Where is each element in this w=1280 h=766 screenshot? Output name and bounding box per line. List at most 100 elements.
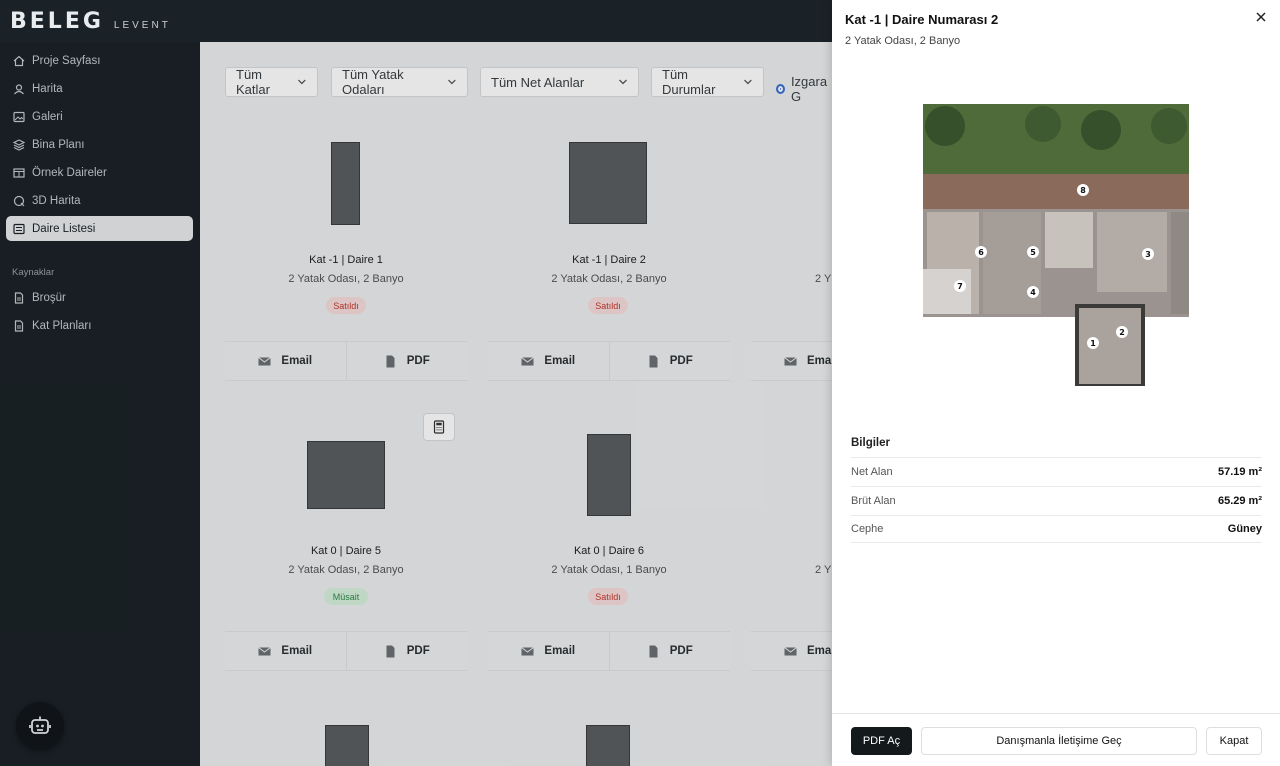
drawer-subtitle: 2 Yatak Odası, 2 Banyo	[845, 35, 961, 47]
card-actions: Emai	[751, 631, 832, 671]
room-label-5: 5	[1030, 248, 1036, 257]
unit-thumbnail	[586, 725, 630, 766]
unit-thumbnail	[569, 142, 647, 224]
drawer-title: Kat -1 | Daire Numarası 2	[845, 12, 999, 27]
sidebar-item-floor-plans[interactable]: Kat Planları	[6, 313, 193, 338]
email-button[interactable]: Email	[488, 632, 609, 670]
unit-card[interactable]: 2 Y Emai	[751, 334, 832, 674]
room-label-4: 4	[1030, 288, 1036, 297]
layers-icon	[13, 138, 25, 151]
room-label-2: 2	[1119, 328, 1125, 337]
status-badge: Satıldı	[588, 297, 628, 314]
card-actions: Email PDF	[488, 631, 730, 671]
room-label-8: 8	[1080, 186, 1086, 195]
pdf-label: PDF	[406, 645, 430, 657]
email-button[interactable]: Emai	[751, 632, 832, 670]
unit-card[interactable]: Kat -1 | Daire 1 2 Yatak Odası, 2 Banyo …	[225, 42, 467, 382]
unit-subtitle: 2 Yatak Odası, 2 Banyo	[551, 273, 667, 285]
unit-title: Kat -1 | Daire 2	[572, 254, 646, 266]
document-icon	[13, 319, 25, 332]
brand-subtitle: LEVENT	[113, 20, 171, 31]
pdf-button[interactable]: PDF	[345, 632, 468, 670]
home-icon	[13, 55, 25, 67]
pdf-button[interactable]: PDF	[608, 632, 731, 670]
sidebar-item-label: Broşür	[32, 291, 66, 304]
brand-name: BELEG	[10, 9, 104, 34]
sidebar-item-label: Galeri	[32, 110, 63, 123]
unit-card[interactable]: Kat -1 | Daire 2 2 Yatak Odası, 2 Banyo …	[488, 42, 730, 382]
contact-advisor-button[interactable]: Danışmanla İletişime Geç	[921, 727, 1197, 755]
close-drawer-button[interactable]: Kapat	[1206, 727, 1262, 755]
sidebar-item-unit-list[interactable]: Daire Listesi	[6, 216, 193, 241]
sidebar-item-label: Örnek Daireler	[32, 166, 107, 179]
info-value: 57.19 m²	[1217, 465, 1262, 478]
file-icon	[649, 645, 658, 657]
pdf-label: PDF	[669, 645, 693, 657]
info-row-gross-area: Brüt Alan 65.29 m²	[851, 486, 1262, 514]
cube-icon	[13, 195, 25, 207]
status-badge: Satıldı	[326, 297, 366, 314]
map-pin-icon	[13, 83, 25, 95]
window-icon	[13, 167, 25, 179]
sidebar-item-brochure[interactable]: Broşür	[6, 285, 193, 310]
info-row-net-area: Net Alan 57.19 m²	[851, 457, 1262, 485]
status-badge: Müsait	[324, 588, 368, 605]
unit-card[interactable]: Kat 0 | Daire 5 2 Yatak Odası, 2 Banyo M…	[225, 334, 467, 674]
email-button[interactable]: Email	[225, 632, 346, 670]
info-key: Cephe	[851, 523, 884, 535]
info-heading: Bilgiler	[851, 437, 890, 449]
unit-thumbnail	[325, 725, 369, 766]
unit-subtitle: 2 Yatak Odası, 2 Banyo	[288, 273, 404, 285]
unit-thumbnail	[307, 441, 385, 509]
sidebar-item-label: Proje Sayfası	[32, 54, 101, 67]
room-label-1: 1	[1090, 339, 1096, 348]
unit-title: Kat 0 | Daire 6	[573, 545, 645, 557]
floor-plan-image[interactable]: 8 6 5 3 7 4 2 1	[923, 104, 1189, 386]
mail-icon	[258, 646, 272, 655]
unit-title: Kat 0 | Daire 5	[310, 545, 382, 557]
sidebar-item-label: 3D Harita	[32, 194, 81, 207]
unit-thumbnail	[587, 434, 631, 516]
sidebar-item-label: Daire Listesi	[32, 222, 96, 235]
info-value: Güney	[1227, 523, 1262, 535]
unit-subtitle: 2 Y	[815, 273, 832, 285]
mail-icon	[521, 646, 535, 655]
mail-icon	[784, 646, 797, 655]
list-icon	[13, 223, 25, 235]
sidebar-item-map[interactable]: Harita	[6, 76, 193, 101]
info-key: Brüt Alan	[851, 494, 896, 507]
sidebar-item-sample-units[interactable]: Örnek Daireler	[6, 160, 193, 185]
chatbot-button[interactable]	[16, 702, 64, 750]
drawer-footer: PDF Aç Danışmanla İletişime Geç Kapat	[832, 713, 1280, 766]
sidebar-item-label: Harita	[32, 82, 63, 95]
sidebar: Proje Sayfası Harita Galeri Bina Planı Ö…	[0, 42, 200, 766]
sidebar-item-project[interactable]: Proje Sayfası	[6, 48, 193, 73]
info-row-facade: Cephe Güney	[851, 515, 1262, 543]
close-button[interactable]	[1253, 9, 1269, 25]
room-label-6: 6	[978, 248, 984, 257]
unit-card[interactable]: 2 Y Emai	[751, 42, 832, 382]
file-icon	[386, 645, 395, 657]
email-label: Email	[281, 645, 313, 657]
unit-subtitle: 2 Yatak Odası, 1 Banyo	[551, 564, 667, 576]
info-value: 65.29 m²	[1217, 494, 1262, 507]
info-key: Net Alan	[851, 465, 893, 478]
document-icon	[13, 291, 25, 304]
unit-subtitle: 2 Y	[815, 564, 832, 576]
robot-icon	[29, 716, 51, 734]
open-pdf-button[interactable]: PDF Aç	[851, 727, 912, 755]
unit-thumbnail	[331, 142, 360, 225]
unit-card[interactable]: Kat 0 | Daire 6 2 Yatak Odası, 1 Banyo S…	[488, 334, 730, 674]
sidebar-item-building-plan[interactable]: Bina Planı	[6, 132, 193, 157]
sidebar-item-3d-map[interactable]: 3D Harita	[6, 188, 193, 213]
unit-detail-drawer: Kat -1 | Daire Numarası 2 2 Yatak Odası,…	[832, 0, 1280, 766]
room-label-7: 7	[957, 282, 963, 291]
resources-label: Kaynaklar	[12, 267, 55, 278]
sidebar-item-gallery[interactable]: Galeri	[6, 104, 193, 129]
brand-logo[interactable]: BELEG LEVENT	[10, 9, 171, 34]
card-actions: Email PDF	[225, 631, 467, 671]
sidebar-item-label: Bina Planı	[32, 138, 85, 151]
status-badge: Satıldı	[588, 588, 628, 605]
email-label: Emai	[807, 645, 832, 657]
unit-subtitle: 2 Yatak Odası, 2 Banyo	[288, 564, 404, 576]
